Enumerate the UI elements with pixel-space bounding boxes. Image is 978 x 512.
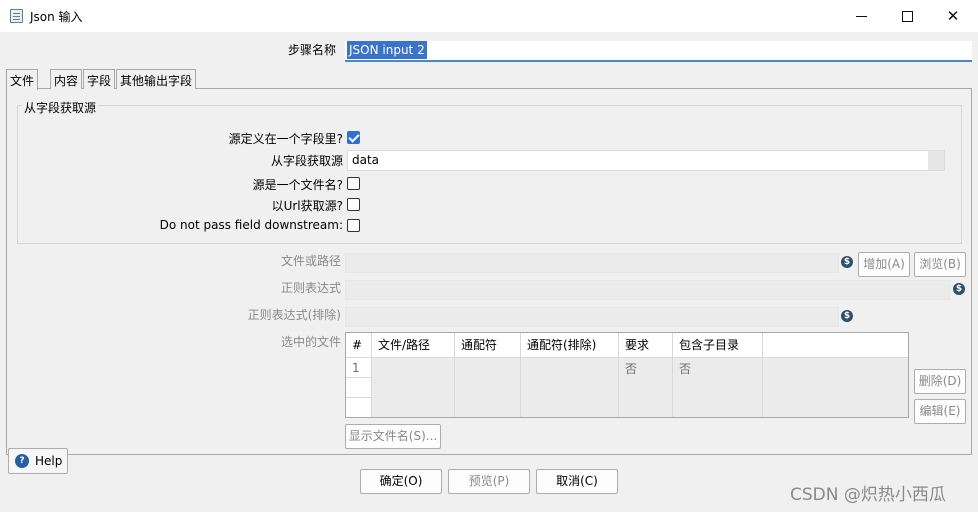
source-field-dropdown[interactable]: [928, 151, 944, 170]
cell-wildcard[interactable]: [455, 358, 521, 417]
tab-fields[interactable]: 字段: [83, 69, 116, 89]
cell-filler: [763, 358, 908, 417]
source-field-value: data: [352, 153, 380, 167]
do-not-pass-checkbox[interactable]: [347, 219, 360, 232]
column-header-required[interactable]: 要求: [619, 333, 673, 358]
close-button[interactable]: ✕: [930, 0, 976, 32]
add-button[interactable]: 增加(A): [858, 252, 910, 277]
table-header: # 文件/路径 通配符 通配符(排除) 要求 包含子目录: [346, 333, 908, 358]
cell-path[interactable]: [372, 358, 455, 417]
cancel-button[interactable]: 取消(C): [536, 469, 618, 494]
column-header-path[interactable]: 文件/路径: [372, 333, 455, 358]
read-url-checkbox[interactable]: [347, 198, 360, 211]
selected-files-label: 选中的文件: [280, 335, 341, 349]
source-is-filename-label: 源是一个文件名?: [252, 178, 343, 192]
source-field-select[interactable]: data: [347, 150, 945, 171]
column-header-subdirs[interactable]: 包含子目录: [673, 333, 763, 358]
regex-label: 正则表达式: [280, 281, 341, 295]
step-name-input[interactable]: JSON input 2: [345, 41, 972, 62]
watermark: CSDN @炽热小西瓜: [790, 485, 946, 505]
selected-files-table[interactable]: # 文件/路径 通配符 通配符(排除) 要求 包含子目录 1 否 否: [345, 332, 909, 418]
cell-subdirs[interactable]: 否: [673, 358, 763, 417]
app-icon: [10, 9, 23, 23]
do-not-pass-label: Do not pass field downstream:: [159, 218, 343, 232]
help-button[interactable]: ? Help: [8, 448, 68, 474]
help-button-label: Help: [35, 454, 63, 468]
read-url-label: 以Url获取源?: [271, 199, 343, 213]
regex-exclude-label: 正则表达式(排除): [247, 308, 341, 322]
window-title: Json 输入: [30, 10, 83, 24]
minimize-button[interactable]: [838, 0, 884, 32]
cell-required[interactable]: 否: [619, 358, 673, 417]
delete-button[interactable]: 删除(D): [914, 369, 966, 394]
tab-file[interactable]: 文件: [6, 69, 39, 90]
preview-button[interactable]: 预览(P): [448, 469, 530, 494]
source-in-field-label: 源定义在一个字段里?: [228, 132, 343, 146]
step-name-label: 步骤名称: [287, 43, 336, 57]
table-row[interactable]: 否 否: [346, 358, 908, 417]
edit-button[interactable]: 编辑(E): [914, 399, 966, 424]
source-group-title: 从字段获取源: [22, 99, 99, 116]
browse-button[interactable]: 浏览(B): [914, 252, 966, 277]
ok-button[interactable]: 确定(O): [360, 469, 442, 494]
variable-icon[interactable]: $: [953, 283, 965, 295]
title-bar: Json 输入 ✕: [0, 0, 978, 32]
column-header-wildcard[interactable]: 通配符: [455, 333, 521, 358]
source-field-label: 从字段获取源: [270, 154, 343, 168]
variable-icon[interactable]: $: [841, 256, 853, 268]
step-name-value: JSON input 2: [347, 41, 427, 59]
source-in-field-checkbox[interactable]: [347, 131, 360, 144]
regex-exclude-input[interactable]: [345, 307, 839, 327]
dialog-body: 步骤名称 JSON input 2 文件 内容 字段 其他输出字段 从字段获取源…: [0, 32, 978, 512]
column-header-num[interactable]: #: [346, 333, 372, 358]
column-header-wildcard-exclude[interactable]: 通配符(排除): [521, 333, 619, 358]
file-path-input[interactable]: [345, 253, 839, 273]
tab-other-output-fields[interactable]: 其他输出字段: [116, 69, 197, 89]
maximize-button[interactable]: [884, 0, 930, 32]
help-icon: ?: [15, 454, 29, 468]
variable-icon[interactable]: $: [841, 310, 853, 322]
cell-wildcard-exclude[interactable]: [521, 358, 619, 417]
regex-input[interactable]: [345, 280, 950, 300]
show-filenames-button[interactable]: 显示文件名(S)...: [345, 424, 441, 449]
source-is-filename-checkbox[interactable]: [347, 177, 360, 190]
file-path-label: 文件或路径: [280, 254, 341, 268]
tab-content[interactable]: 内容: [50, 69, 83, 89]
